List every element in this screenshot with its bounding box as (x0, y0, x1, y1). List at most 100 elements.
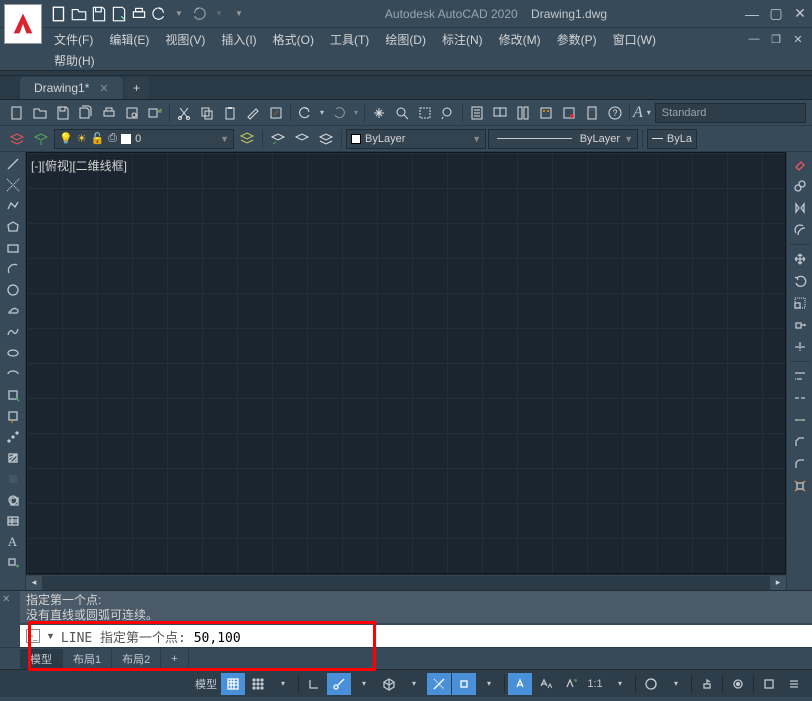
layout-tab-model[interactable]: 模型 (20, 649, 63, 669)
copy-tool[interactable] (789, 176, 811, 196)
menu-modify[interactable]: 修改(M) (493, 29, 547, 50)
arc-tool[interactable] (2, 259, 24, 279)
sb-iso-icon[interactable] (377, 673, 401, 695)
print-icon[interactable] (130, 5, 148, 23)
layeriso-button[interactable] (291, 128, 313, 150)
sb-isolate-icon[interactable] (726, 673, 750, 695)
scroll-track[interactable] (42, 576, 770, 590)
plot-button[interactable] (98, 102, 120, 124)
pan-button[interactable] (368, 102, 390, 124)
sb-custom-icon[interactable] (782, 673, 806, 695)
sb-otrack-icon[interactable] (427, 673, 451, 695)
file-tab-add[interactable]: + (125, 77, 149, 99)
layout-tab-add[interactable]: + (161, 649, 188, 669)
color-combo[interactable]: ByLayer ▼ (346, 129, 486, 149)
textstyle-combo[interactable]: Standard (655, 103, 806, 123)
layerprev-button[interactable] (267, 128, 289, 150)
layerstate-button[interactable] (30, 128, 52, 150)
layout-tab-1[interactable]: 布局1 (63, 649, 112, 669)
erase-tool[interactable] (789, 154, 811, 174)
layermatch-button[interactable] (236, 128, 258, 150)
pline-tool[interactable] (2, 196, 24, 216)
cmd-prompt-icon[interactable]: >_ (26, 629, 40, 643)
close-button[interactable]: ✕ (792, 6, 808, 22)
sb-scale-dd-icon[interactable]: ▾ (608, 673, 632, 695)
mtext-tool[interactable]: A (2, 532, 24, 552)
polygon-tool[interactable] (2, 217, 24, 237)
sb-snap-icon[interactable] (246, 673, 270, 695)
layerprops-button[interactable] (6, 128, 28, 150)
sb-model[interactable]: 模型 (192, 673, 220, 695)
viewport[interactable]: [-][俯视][二维线框] (26, 152, 786, 574)
sheetset-button[interactable] (489, 102, 511, 124)
spline-tool[interactable] (2, 322, 24, 342)
ellipse-tool[interactable] (2, 343, 24, 363)
break-tool[interactable] (789, 388, 811, 408)
menu-parametric[interactable]: 参数(P) (551, 29, 603, 50)
gradient-tool[interactable] (2, 469, 24, 489)
toolpalettes-button[interactable] (512, 102, 534, 124)
extend-tool[interactable] (789, 366, 811, 386)
sb-annoauto-icon[interactable] (558, 673, 582, 695)
redo-list-icon[interactable]: ▾ (351, 102, 361, 124)
textstyle-icon[interactable]: A (633, 102, 643, 124)
menu-insert[interactable]: 插入(I) (215, 29, 262, 50)
xline-tool[interactable] (2, 175, 24, 195)
matchprop-button[interactable] (242, 102, 264, 124)
chamfer-tool[interactable] (789, 432, 811, 452)
sb-osnap-dd-icon[interactable]: ▾ (477, 673, 501, 695)
ellipsearc-tool[interactable] (2, 364, 24, 384)
offset-tool[interactable] (789, 220, 811, 240)
join-tool[interactable] (789, 410, 811, 430)
cmd-recent-icon[interactable]: ▼ (46, 631, 55, 641)
file-tab-drawing1[interactable]: Drawing1* ✕ (20, 77, 123, 99)
textstyle-dd-icon[interactable]: ▾ (644, 102, 654, 124)
publish-button[interactable] (144, 102, 166, 124)
command-history[interactable]: ✕ 指定第一个点: 没有直线或圆弧可连续。 (0, 591, 812, 623)
block-tool[interactable] (2, 406, 24, 426)
help-button[interactable]: ? (604, 102, 626, 124)
new-icon[interactable] (50, 5, 68, 23)
save-icon[interactable] (90, 5, 108, 23)
sb-ortho-icon[interactable] (302, 673, 326, 695)
sb-annoscale-icon[interactable] (508, 673, 532, 695)
sb-scale-value[interactable]: 1:1 (583, 673, 607, 695)
doc-minimize-button[interactable]: — (746, 31, 762, 47)
sb-snap-dd-icon[interactable]: ▾ (271, 673, 295, 695)
sb-annovis-icon[interactable] (533, 673, 557, 695)
open-button[interactable] (29, 102, 51, 124)
point-tool[interactable] (2, 427, 24, 447)
sb-iso-dd-icon[interactable]: ▾ (402, 673, 426, 695)
sb-osnap-icon[interactable] (452, 673, 476, 695)
redo-button[interactable] (328, 102, 350, 124)
properties-button[interactable] (466, 102, 488, 124)
file-tab-close-icon[interactable]: ✕ (99, 82, 108, 95)
circle-tool[interactable] (2, 280, 24, 300)
paste-button[interactable] (219, 102, 241, 124)
redo-icon[interactable] (190, 5, 208, 23)
menu-dimension[interactable]: 标注(N) (436, 29, 489, 50)
stretch-tool[interactable] (789, 315, 811, 335)
markup-button[interactable] (558, 102, 580, 124)
explode-tool[interactable] (789, 476, 811, 496)
undo-button[interactable] (294, 102, 316, 124)
region-tool[interactable] (2, 490, 24, 510)
save-button[interactable] (52, 102, 74, 124)
addselected-tool[interactable] (2, 553, 24, 573)
minimize-button[interactable]: — (744, 6, 760, 22)
cut-button[interactable] (173, 102, 195, 124)
scroll-right-icon[interactable]: ▸ (770, 576, 786, 590)
rectangle-tool[interactable] (2, 238, 24, 258)
copy-button[interactable] (196, 102, 218, 124)
undo-list-icon[interactable]: ▾ (317, 102, 327, 124)
doc-close-button[interactable]: ✕ (790, 31, 806, 47)
calc-button[interactable] (581, 102, 603, 124)
command-input-row[interactable]: >_ ▼ LINE 指定第一个点: 50,100 (20, 625, 812, 647)
menu-draw[interactable]: 绘图(D) (379, 29, 432, 50)
menu-view[interactable]: 视图(V) (159, 29, 211, 50)
menu-tools[interactable]: 工具(T) (324, 29, 375, 50)
zoom-button[interactable] (391, 102, 413, 124)
viewport-label[interactable]: [-][俯视][二维线框] (31, 157, 127, 174)
insert-tool[interactable] (2, 385, 24, 405)
menu-file[interactable]: 文件(F) (48, 29, 99, 50)
